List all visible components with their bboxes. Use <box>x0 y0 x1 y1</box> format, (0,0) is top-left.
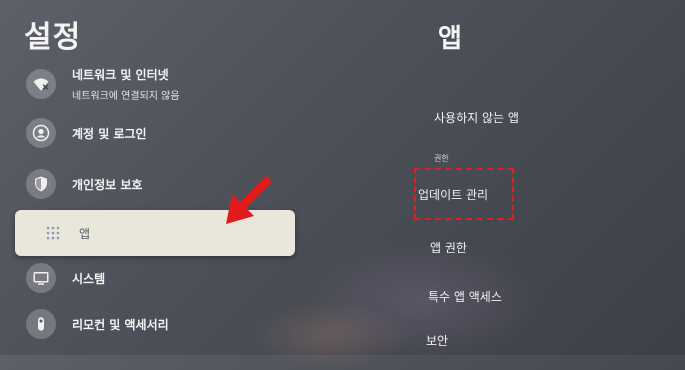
monitor-icon <box>26 263 56 293</box>
menu-item-system[interactable]: 시스템 <box>26 258 105 298</box>
menu-item-privacy[interactable]: 개인정보 보호 <box>26 164 142 204</box>
menu-item-label: 리모컨 및 액세서리 <box>72 317 169 332</box>
page-title: 설정 <box>24 20 82 55</box>
wifi-off-icon <box>26 69 56 99</box>
special-app-access-item[interactable]: 특수 앱 액세스 <box>428 288 502 305</box>
app-permissions-item[interactable]: 앱 권한 <box>430 239 467 256</box>
menu-item-label: 계정 및 로그인 <box>72 126 147 141</box>
menu-item-label: 네트워크 및 인터넷 <box>72 68 169 82</box>
menu-item-label: 앱 <box>79 226 91 241</box>
account-icon <box>26 118 56 148</box>
unused-apps-item[interactable]: 사용하지 않는 앱 <box>434 109 519 126</box>
menu-item-label: 개인정보 보호 <box>72 177 143 192</box>
annotation-arrow-icon <box>226 176 272 224</box>
network-status-text: 네트워크에 연결되지 않음 <box>72 91 180 102</box>
shield-icon <box>26 169 56 199</box>
section-title: 앱 <box>438 24 462 54</box>
security-item[interactable]: 보안 <box>426 332 448 349</box>
remote-icon <box>26 309 56 339</box>
apps-grid-icon <box>46 226 60 240</box>
annotation-highlight-box <box>414 168 514 220</box>
tv-settings-screen: 설정 네트워크 및 인터넷 네트워크에 연결되지 않음 계정 및 로그인 개인정… <box>0 0 685 370</box>
menu-item-account[interactable]: 계정 및 로그인 <box>26 113 147 153</box>
menu-item-remote[interactable]: 리모컨 및 액세서리 <box>26 304 169 344</box>
menu-item-network[interactable]: 네트워크 및 인터넷 네트워크에 연결되지 않음 <box>26 64 180 104</box>
permissions-caption: 권한 <box>434 154 449 163</box>
menu-item-label: 시스템 <box>72 271 106 286</box>
